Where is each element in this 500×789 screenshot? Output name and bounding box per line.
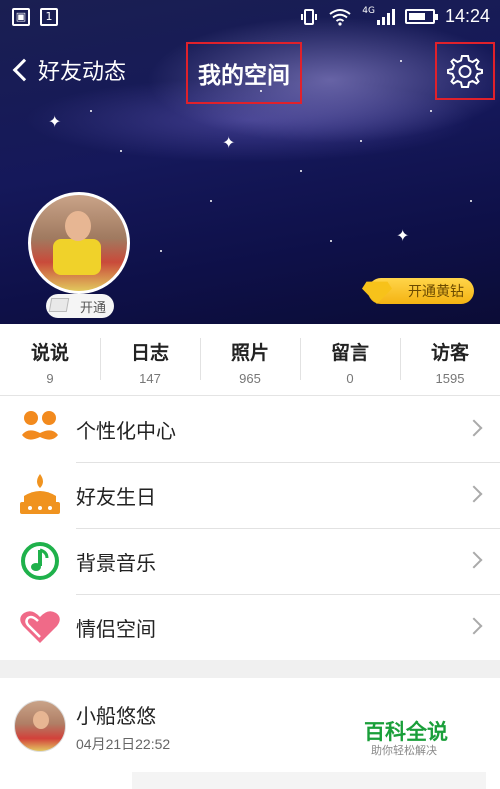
- stat-label: 日志: [130, 342, 169, 364]
- feed-content-preview[interactable]: [132, 772, 486, 789]
- stat-messages[interactable]: 留言 0: [300, 324, 400, 395]
- chevron-right-icon: [465, 551, 483, 569]
- feed-timestamp: 04月21日22:52: [76, 736, 171, 752]
- chevron-left-icon: [12, 58, 36, 82]
- menu-label: 个性化中心: [76, 418, 176, 443]
- feed-avatar[interactable]: [14, 700, 66, 752]
- stat-count: 9: [46, 371, 54, 386]
- nav-bar: 好友动态 我的空间: [0, 40, 500, 104]
- stat-shuoshuo[interactable]: 说说 9: [0, 324, 100, 395]
- stat-count: 0: [346, 371, 354, 386]
- chevron-right-icon: [465, 485, 483, 503]
- page-title: 我的空间: [198, 63, 290, 89]
- menu-label: 情侣空间: [76, 616, 156, 641]
- back-label: 好友动态: [38, 60, 127, 85]
- vibrate-icon: [301, 8, 318, 25]
- open-yellow-diamond-button[interactable]: 开通黄钻: [362, 278, 474, 304]
- stat-visitors[interactable]: 访客 1595: [400, 324, 500, 395]
- signal-icon: [376, 8, 395, 25]
- feed-author-name[interactable]: 小船悠悠: [76, 700, 156, 729]
- settings-button[interactable]: [435, 42, 495, 100]
- feature-menu: 个性化中心 好友生日 背景音乐 情侣空间: [0, 396, 500, 660]
- stats-row: 说说 9 日志 147 照片 965 留言 0 访客 1595: [0, 324, 500, 396]
- wifi-icon: [329, 8, 351, 26]
- gallery-icon: ▣: [12, 8, 30, 26]
- music-note-icon: [14, 536, 66, 586]
- menu-label: 好友生日: [76, 484, 156, 509]
- birthday-cake-icon: [14, 470, 66, 520]
- mustache-icon: [14, 404, 66, 454]
- menu-item-background-music[interactable]: 背景音乐: [0, 528, 500, 594]
- status-time: 14:24: [444, 6, 490, 26]
- stat-count: 965: [239, 371, 261, 386]
- gear-icon: [447, 55, 483, 88]
- sim-icon: 1: [40, 8, 58, 26]
- menu-item-personalization[interactable]: 个性化中心: [0, 396, 500, 462]
- chevron-right-icon: [465, 617, 483, 635]
- network-type: 4G: [362, 5, 375, 16]
- profile-avatar[interactable]: [28, 192, 130, 294]
- stat-label: 照片: [230, 342, 269, 364]
- menu-item-couple-space[interactable]: 情侣空间: [0, 594, 500, 660]
- watermark-subtitle: 助你轻松解决: [371, 744, 437, 757]
- stat-blog[interactable]: 日志 147: [100, 324, 200, 395]
- menu-label: 背景音乐: [76, 550, 156, 575]
- diamond-icon: [48, 298, 70, 312]
- stat-count: 147: [139, 371, 161, 386]
- menu-item-birthdays[interactable]: 好友生日: [0, 462, 500, 528]
- stat-label: 访客: [430, 342, 469, 364]
- stat-label: 留言: [330, 342, 369, 364]
- page-title-highlight: 我的空间: [186, 42, 302, 104]
- feed-card: 小船悠悠 04月21日22:52 百科全说 助你轻松解决: [0, 678, 500, 789]
- stat-count: 1595: [435, 371, 465, 386]
- back-button[interactable]: 好友动态: [10, 54, 126, 86]
- gold-button-label: 开通黄钻: [408, 284, 464, 300]
- battery-icon: [404, 9, 438, 24]
- status-bar: ▣ 1 4G 14:24: [0, 0, 500, 34]
- vip-open-badge[interactable]: 开通: [46, 294, 114, 318]
- chevron-right-icon: [465, 419, 483, 437]
- vip-badge-label: 开通: [79, 300, 106, 316]
- heart-icon: [14, 602, 66, 652]
- stat-photos[interactable]: 照片 965: [200, 324, 300, 395]
- stat-label: 说说: [30, 342, 69, 364]
